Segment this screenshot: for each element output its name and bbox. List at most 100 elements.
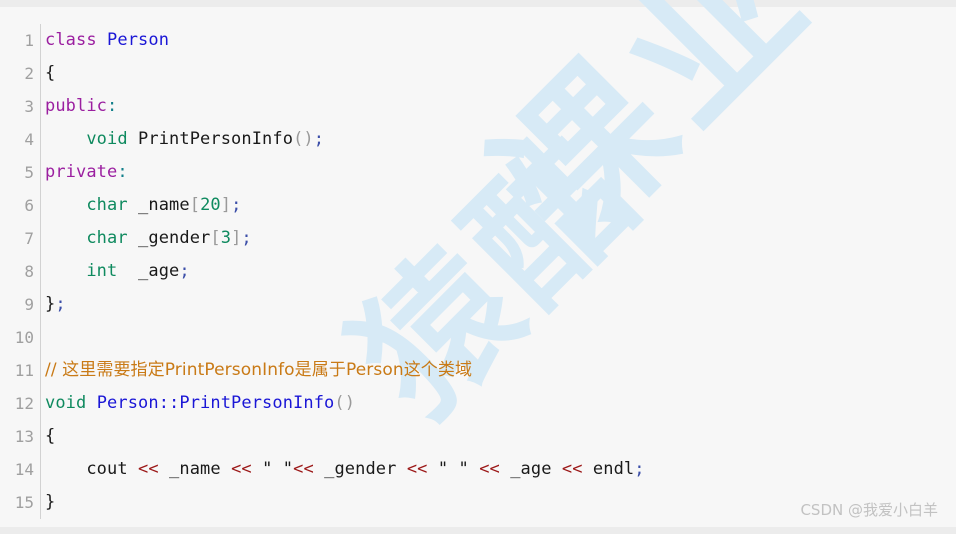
gutter-divider xyxy=(34,222,45,255)
token-keyword: public xyxy=(45,96,108,116)
code-line-content[interactable]: void Person::PrintPersonInfo() xyxy=(45,387,956,420)
token-punct: ] xyxy=(231,228,242,248)
line-number: 4 xyxy=(24,130,34,149)
token-punct: ( xyxy=(334,393,345,413)
token-punct: ] xyxy=(220,195,232,215)
gutter-divider xyxy=(34,156,45,189)
code-line-content[interactable]: void PrintPersonInfo(); xyxy=(45,123,956,156)
gutter-divider xyxy=(34,57,45,90)
code-line-content[interactable]: }; xyxy=(45,288,956,321)
gutter-divider xyxy=(34,288,45,321)
gutter-divider xyxy=(34,255,45,288)
code-line-content[interactable]: public: xyxy=(45,90,956,123)
gutter-divider xyxy=(34,123,45,156)
token-punct: ) xyxy=(344,393,356,413)
line-number: 7 xyxy=(24,229,34,248)
token-keyword: private xyxy=(45,162,118,182)
token-operator: << xyxy=(293,459,314,479)
token-punct: ) xyxy=(303,129,314,149)
line-number: 2 xyxy=(24,64,34,83)
token-type: void xyxy=(45,393,87,413)
code-line-content[interactable]: char _gender[3]; xyxy=(45,222,956,255)
token-plain: _name xyxy=(169,459,221,479)
token-keyword: class xyxy=(45,30,97,50)
gutter-divider xyxy=(34,453,45,486)
token-semi: ; xyxy=(241,228,252,248)
gutter-divider xyxy=(34,420,45,453)
code-line-content[interactable]: { xyxy=(45,57,956,90)
token-plain: PrintPersonInfo xyxy=(138,129,294,149)
token-type: int xyxy=(86,261,118,281)
code-line-content[interactable]: // 这里需要指定PrintPersonInfo是属于Person这个类域 xyxy=(45,354,956,387)
line-number: 9 xyxy=(24,295,34,314)
token-operator: << xyxy=(231,459,252,479)
token-plain: _age xyxy=(510,459,552,479)
token-number: 20 xyxy=(200,195,221,215)
line-number: 13 xyxy=(14,427,34,446)
code-line[interactable]: 6 char _name[20]; xyxy=(0,189,956,222)
code-line[interactable]: 13 { xyxy=(0,420,956,453)
token-semi: ; xyxy=(55,294,66,314)
code-line[interactable]: 2{ xyxy=(0,57,956,90)
code-line[interactable]: 8 int _age; xyxy=(0,255,956,288)
token-plain: endl xyxy=(592,459,635,479)
gutter-divider xyxy=(34,486,45,519)
token-colon: : xyxy=(107,96,118,116)
top-chrome-bar xyxy=(0,0,956,7)
token-type: char xyxy=(86,228,128,248)
gutter-divider xyxy=(34,189,45,222)
token-semi: ; xyxy=(313,129,325,149)
gutter-divider xyxy=(34,321,45,354)
token-type: char xyxy=(86,195,128,215)
code-line[interactable]: 9}; xyxy=(0,288,956,321)
code-line-content[interactable]: cout << _name << " "<< _gender << " " <<… xyxy=(45,453,956,486)
line-number: 5 xyxy=(24,163,34,182)
token-semi: ; xyxy=(231,195,242,215)
token-string: " " xyxy=(262,459,294,479)
code-line-content[interactable]: char _name[20]; xyxy=(45,189,956,222)
code-line[interactable]: 5 private: xyxy=(0,156,956,189)
token-plain: { xyxy=(45,426,56,446)
code-line-content[interactable]: int _age; xyxy=(45,255,956,288)
token-punct: [ xyxy=(189,195,201,215)
code-line[interactable]: 14 cout << _name << " "<< _gender << " "… xyxy=(0,453,956,486)
code-screenshot: 课业 猿酷 1 class Person 2{3 public: 4 void Prin… xyxy=(0,0,956,534)
code-line[interactable]: 12 void Person::PrintPersonInfo() xyxy=(0,387,956,420)
bottom-chrome-bar xyxy=(0,527,956,534)
line-number: 10 xyxy=(14,328,34,347)
code-line-content[interactable]: private: xyxy=(45,156,956,189)
code-line[interactable]: 7 char _gender[3]; xyxy=(0,222,956,255)
code-line[interactable]: 1 class Person xyxy=(0,24,956,57)
code-line-content[interactable]: { xyxy=(45,420,956,453)
code-line[interactable]: 4 void PrintPersonInfo(); xyxy=(0,123,956,156)
line-number: 1 xyxy=(24,31,34,50)
code-line-content[interactable]: class Person xyxy=(45,24,956,57)
token-plain: { xyxy=(45,63,56,83)
gutter-divider xyxy=(34,24,45,57)
token-string: " " xyxy=(437,459,469,479)
code-editor-body[interactable]: 1 class Person 2{3 public: 4 void PrintPerso… xyxy=(0,7,956,527)
code-line[interactable]: 10 xyxy=(0,321,956,354)
token-plain: } xyxy=(45,492,56,512)
token-class: Person::PrintPersonInfo xyxy=(96,393,335,413)
token-class: Person xyxy=(107,30,170,50)
token-operator: << xyxy=(479,459,500,479)
gutter-divider xyxy=(34,354,45,387)
token-semi: ; xyxy=(634,459,645,479)
token-plain: _name xyxy=(138,195,190,215)
code-line[interactable]: 3 public: xyxy=(0,90,956,123)
token-colon: : xyxy=(117,162,128,182)
code-line[interactable]: 11 // 这里需要指定PrintPersonInfo是属于Person这个类域 xyxy=(0,354,956,387)
token-operator: << xyxy=(138,459,159,479)
